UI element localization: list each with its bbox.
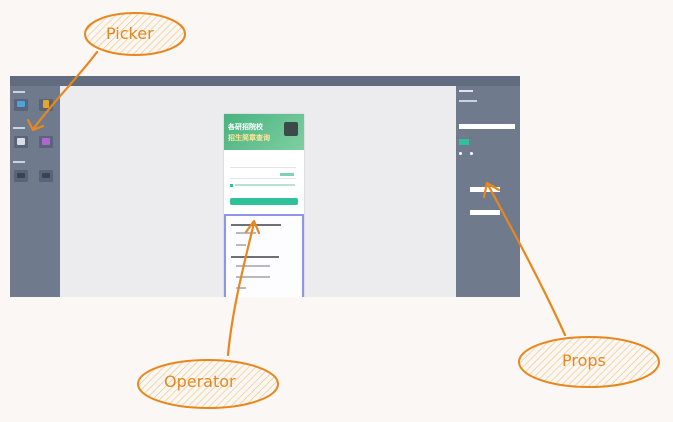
picker-arrow: [32, 50, 99, 130]
picker-label: Picker: [106, 24, 154, 43]
props-label: Props: [562, 351, 606, 370]
props-arrow: [486, 183, 567, 337]
operator-label: Operator: [164, 372, 236, 391]
operator-arrow: [226, 221, 256, 357]
